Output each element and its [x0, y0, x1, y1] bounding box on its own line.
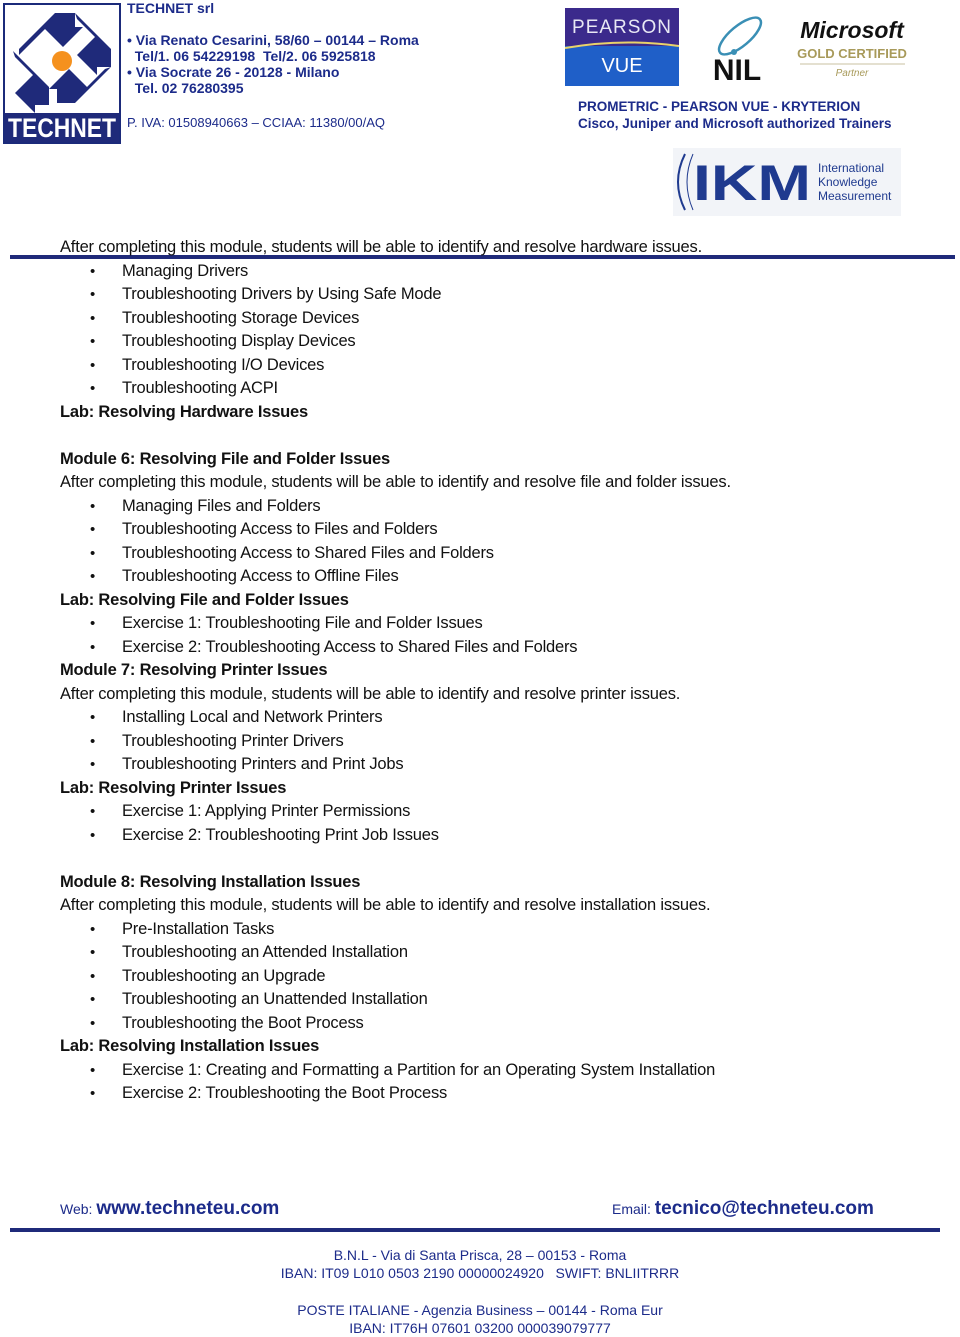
address-line: • Via Socrate 26 - 20128 - Milano	[127, 64, 340, 80]
web-label: Web:	[60, 1201, 93, 1217]
svg-text:International: International	[818, 161, 884, 175]
footer-divider	[10, 1228, 940, 1232]
list-item: Troubleshooting Printer Drivers	[60, 730, 940, 754]
module-intro: After completing this module, students w…	[60, 473, 731, 491]
list-item: Troubleshooting Drivers by Using Safe Mo…	[60, 283, 940, 307]
address-line: Tel/1. 06 54229198 Tel/2. 06 5925818	[127, 48, 376, 64]
list-item: Installing Local and Network Printers	[60, 706, 940, 730]
list-item: Troubleshooting the Boot Process	[60, 1012, 940, 1036]
svg-text:TECHNET: TECHNET	[8, 113, 116, 142]
list-item: Managing Files and Folders	[60, 495, 940, 519]
address-line: • Via Renato Cesarini, 58/60 – 00144 – R…	[127, 32, 419, 48]
module-heading: Module 6: Resolving File and Folder Issu…	[60, 449, 390, 468]
list-item: Troubleshooting ACPI	[60, 377, 940, 401]
nil-logo: NIL	[700, 8, 775, 87]
course-content: After completing this module, students w…	[60, 236, 940, 1106]
lab-heading: Lab: Resolving Printer Issues	[60, 778, 287, 797]
poste-address: POSTE ITALIANE - Agenzia Business – 0014…	[297, 1302, 663, 1318]
svg-text:PEARSON: PEARSON	[572, 17, 672, 38]
poste-iban: IBAN: IT76H 07601 03200 000039079777	[349, 1320, 611, 1336]
module-heading: Module 8: Resolving Installation Issues	[60, 872, 361, 891]
svg-text:GOLD CERTIFIED: GOLD CERTIFIED	[797, 46, 907, 61]
list-item: Troubleshooting Access to Shared Files a…	[60, 542, 940, 566]
web-link[interactable]: www.techneteu.com	[96, 1198, 279, 1219]
list-item: Pre-Installation Tasks	[60, 918, 940, 942]
module-heading: Module 7: Resolving Printer Issues	[60, 661, 328, 679]
trainers-line: Cisco, Juniper and Microsoft authorized …	[578, 116, 892, 131]
svg-text:Partner: Partner	[836, 68, 869, 79]
list-item: Exercise 1: Creating and Formatting a Pa…	[60, 1059, 940, 1083]
technet-logo: TECHNET	[3, 3, 121, 144]
list-item: Exercise 2: Troubleshooting the Boot Pro…	[60, 1082, 940, 1106]
svg-text:Microsoft: Microsoft	[800, 17, 905, 43]
module-intro: After completing this module, students w…	[60, 896, 711, 914]
web-contact: Web: www.techneteu.com	[60, 1198, 279, 1220]
svg-text:IKM: IKM	[693, 155, 811, 211]
svg-text:Knowledge: Knowledge	[818, 175, 878, 189]
list-item: Troubleshooting an Attended Installation	[60, 941, 940, 965]
module-intro: After completing this module, students w…	[60, 684, 681, 703]
list-item: Managing Drivers	[60, 260, 940, 284]
bnl-iban: IBAN: IT09 L010 0503 2190 00000024920 SW…	[280, 1265, 680, 1281]
certifications-block: PROMETRIC - PEARSON VUE - KRYTERION Cisc…	[578, 98, 892, 132]
svg-text:Measurement: Measurement	[818, 189, 892, 203]
address-line: Tel. 02 76280395	[127, 80, 244, 96]
list-item: Troubleshooting Access to Files and Fold…	[60, 518, 940, 542]
list-item: Troubleshooting Printers and Print Jobs	[60, 753, 940, 777]
lab-heading: Lab: Resolving Hardware Issues	[60, 402, 309, 421]
svg-text:NIL: NIL	[713, 54, 761, 84]
ikm-logo: IKM International Knowledge Measurement	[673, 148, 901, 216]
list-item: Exercise 2: Troubleshooting Access to Sh…	[60, 636, 940, 660]
list-item: Exercise 1: Troubleshooting File and Fol…	[60, 612, 940, 636]
list-item: Troubleshooting Display Devices	[60, 330, 940, 354]
company-block: TECHNET srl • Via Renato Cesarini, 58/60…	[127, 0, 419, 96]
bnl-bank-info: B.N.L - Via di Santa Prisca, 28 – 00153 …	[0, 1246, 960, 1282]
lab-heading: Lab: Resolving Installation Issues	[60, 1037, 320, 1055]
list-item: Exercise 1: Applying Printer Permissions	[60, 800, 940, 824]
list-item: Troubleshooting an Unattended Installati…	[60, 988, 940, 1012]
microsoft-gold-partner-logo: Microsoft GOLD CERTIFIED Partner	[795, 14, 910, 84]
email-contact: Email: tecnico@techneteu.com	[612, 1198, 874, 1220]
list-item: Troubleshooting an Upgrade	[60, 965, 940, 989]
email-link[interactable]: tecnico@techneteu.com	[655, 1198, 874, 1219]
prometric-line: PROMETRIC - PEARSON VUE - KRYTERION	[578, 99, 861, 114]
list-item: Troubleshooting I/O Devices	[60, 354, 940, 378]
list-item: Exercise 2: Troubleshooting Print Job Is…	[60, 824, 940, 848]
list-item: Troubleshooting Access to Offline Files	[60, 565, 940, 589]
company-name: TECHNET srl	[127, 0, 215, 16]
bnl-address: B.N.L - Via di Santa Prisca, 28 – 00153 …	[333, 1247, 627, 1263]
lab-heading: Lab: Resolving File and Folder Issues	[60, 590, 349, 609]
pearson-vue-logo: PEARSON VUE	[564, 8, 680, 86]
email-label: Email:	[612, 1201, 651, 1217]
svg-text:VUE: VUE	[601, 55, 642, 77]
vat-number: P. IVA: 01508940663 – CCIAA: 11380/00/AQ	[127, 115, 386, 130]
list-item: Troubleshooting Storage Devices	[60, 307, 940, 331]
module-intro: After completing this module, students w…	[60, 238, 702, 256]
poste-bank-info: POSTE ITALIANE - Agenzia Business – 0014…	[0, 1301, 960, 1337]
